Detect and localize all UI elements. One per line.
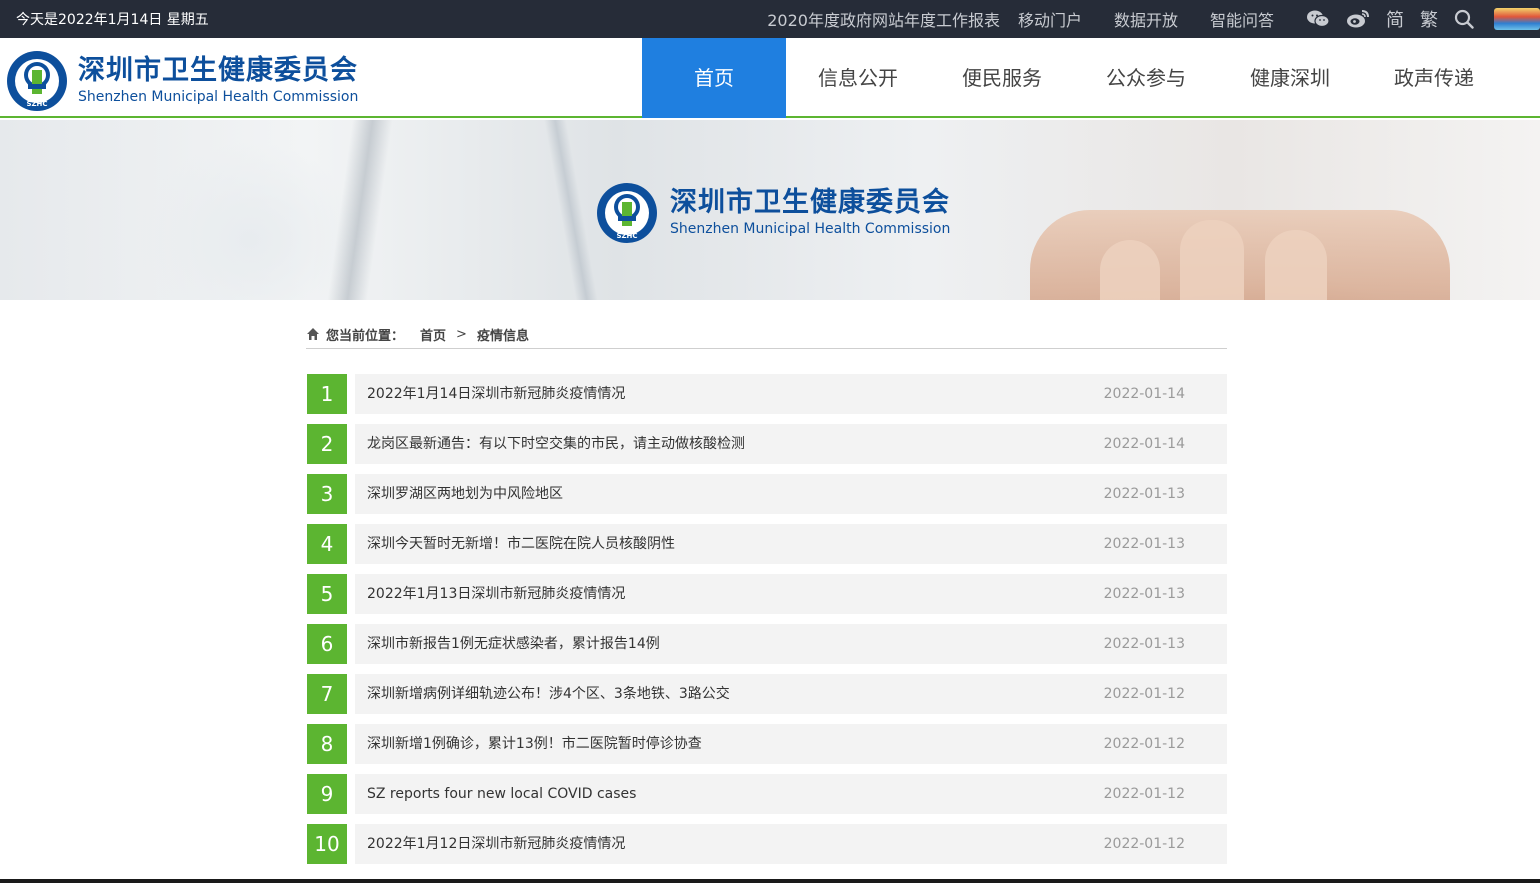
news-item-spacer xyxy=(347,824,355,864)
news-item-date: 2022-01-13 xyxy=(1103,636,1185,652)
nav-item-public-participation[interactable]: 公众参与 xyxy=(1074,38,1218,118)
news-item[interactable]: 8 深圳新增1例确诊，累计13例！市二医院暂时停诊协查 2022-01-12 xyxy=(307,724,1227,764)
banner-decoration xyxy=(1180,220,1244,300)
news-item-date: 2022-01-13 xyxy=(1103,536,1185,552)
news-item-title[interactable]: 深圳罗湖区两地划为中风险地区 xyxy=(367,474,563,514)
banner-logo-text: SZHC xyxy=(616,232,637,240)
nav-item-government-voice[interactable]: 政声传递 xyxy=(1362,38,1506,118)
news-item-number: 7 xyxy=(307,674,347,714)
nav-item-home[interactable]: 首页 xyxy=(642,38,786,118)
news-item[interactable]: 3 深圳罗湖区两地划为中风险地区 2022-01-13 xyxy=(307,474,1227,514)
current-date: 今天是2022年1月14日 星期五 xyxy=(16,12,209,28)
breadcrumb-separator: > xyxy=(456,326,467,342)
news-item[interactable]: 4 深圳今天暂时无新增！市二医院在院人员核酸阴性 2022-01-13 xyxy=(307,524,1227,564)
banner-szhc-logo-icon: SZHC xyxy=(597,183,657,243)
news-item-spacer xyxy=(347,624,355,664)
news-item-title[interactable]: 2022年1月13日深圳市新冠肺炎疫情情况 xyxy=(367,574,625,614)
news-item[interactable]: 1 2022年1月14日深圳市新冠肺炎疫情情况 2022-01-14 xyxy=(307,374,1227,414)
news-item-number: 1 xyxy=(307,374,347,414)
banner-name-en: Shenzhen Municipal Health Commission xyxy=(670,221,951,237)
banner-name-cn: 深圳市卫生健康委员会 xyxy=(670,187,950,218)
news-list: 1 2022年1月14日深圳市新冠肺炎疫情情况 2022-01-14 2 龙岗区… xyxy=(307,374,1227,874)
window-bottom-edge xyxy=(0,879,1540,883)
main-nav: 首页 信息公开 便民服务 公众参与 健康深圳 政声传递 xyxy=(642,38,1506,118)
news-item-spacer xyxy=(347,474,355,514)
news-item-date: 2022-01-14 xyxy=(1103,386,1185,402)
annual-report-link[interactable]: 2020年度政府网站年度工作报表 xyxy=(767,7,1000,31)
banner-decoration xyxy=(1100,240,1160,300)
smart-qa-link[interactable]: 智能问答 xyxy=(1210,7,1274,31)
news-item[interactable]: 5 2022年1月13日深圳市新冠肺炎疫情情况 2022-01-13 xyxy=(307,574,1227,614)
banner-decoration xyxy=(327,120,393,300)
news-item-spacer xyxy=(347,524,355,564)
breadcrumb-label: 您当前位置： xyxy=(326,328,405,344)
wechat-icon[interactable] xyxy=(1306,9,1330,29)
breadcrumb-home-link[interactable]: 首页 xyxy=(420,325,446,344)
partner-logo-icon[interactable] xyxy=(1494,8,1540,30)
news-item-date: 2022-01-13 xyxy=(1103,586,1185,602)
news-item-number: 10 xyxy=(307,824,347,864)
news-item-date: 2022-01-12 xyxy=(1103,736,1185,752)
szhc-logo-icon: SZHC xyxy=(7,51,67,111)
brand-name-en: Shenzhen Municipal Health Commission xyxy=(78,89,359,105)
news-item-number: 9 xyxy=(307,774,347,814)
news-item-title[interactable]: 深圳新增病例详细轨迹公布！涉4个区、3条地铁、3路公交 xyxy=(367,674,730,714)
simplified-chinese-button[interactable]: 简 xyxy=(1386,6,1404,32)
news-item-spacer xyxy=(347,774,355,814)
site-brand[interactable]: SZHC 深圳市卫生健康委员会 Shenzhen Municipal Healt… xyxy=(6,50,358,112)
banner-brand: SZHC 深圳市卫生健康委员会 Shenzhen Municipal Healt… xyxy=(596,182,950,244)
banner-decoration xyxy=(544,120,598,300)
banner-decoration xyxy=(1265,230,1327,300)
news-item-number: 3 xyxy=(307,474,347,514)
banner: SZHC 深圳市卫生健康委员会 Shenzhen Municipal Healt… xyxy=(0,120,1540,300)
news-item-title[interactable]: 深圳新增1例确诊，累计13例！市二医院暂时停诊协查 xyxy=(367,724,702,764)
news-item[interactable]: 7 深圳新增病例详细轨迹公布！涉4个区、3条地铁、3路公交 2022-01-12 xyxy=(307,674,1227,714)
news-item-spacer xyxy=(347,424,355,464)
nav-item-public-services[interactable]: 便民服务 xyxy=(930,38,1074,118)
mobile-portal-link[interactable]: 移动门户 xyxy=(1018,7,1082,31)
open-data-link[interactable]: 数据开放 xyxy=(1114,7,1178,31)
news-item-number: 2 xyxy=(307,424,347,464)
traditional-chinese-button[interactable]: 繁 xyxy=(1420,6,1438,32)
news-item-number: 6 xyxy=(307,624,347,664)
logo-text: SZHC xyxy=(26,100,47,108)
news-item-date: 2022-01-13 xyxy=(1103,486,1185,502)
top-bar: 今天是2022年1月14日 星期五 2020年度政府网站年度工作报表 移动门户 … xyxy=(0,0,1540,38)
nav-item-healthy-shenzhen[interactable]: 健康深圳 xyxy=(1218,38,1362,118)
weibo-icon[interactable] xyxy=(1346,9,1370,29)
news-item-number: 4 xyxy=(307,524,347,564)
news-item-spacer xyxy=(347,674,355,714)
news-item-title[interactable]: 2022年1月12日深圳市新冠肺炎疫情情况 xyxy=(367,824,625,864)
news-item-date: 2022-01-12 xyxy=(1103,686,1185,702)
news-item-date: 2022-01-14 xyxy=(1103,436,1185,452)
news-item[interactable]: 2 龙岗区最新通告：有以下时空交集的市民，请主动做核酸检测 2022-01-14 xyxy=(307,424,1227,464)
brand-name-cn: 深圳市卫生健康委员会 xyxy=(78,55,358,86)
news-item[interactable]: 10 2022年1月12日深圳市新冠肺炎疫情情况 2022-01-12 xyxy=(307,824,1227,864)
news-item-title[interactable]: SZ reports four new local COVID cases xyxy=(367,774,636,814)
nav-item-info-disclosure[interactable]: 信息公开 xyxy=(786,38,930,118)
news-item-spacer xyxy=(347,724,355,764)
news-item-title[interactable]: 深圳市新报告1例无症状感染者，累计报告14例 xyxy=(367,624,660,664)
news-item-spacer xyxy=(347,574,355,614)
news-item[interactable]: 6 深圳市新报告1例无症状感染者，累计报告14例 2022-01-13 xyxy=(307,624,1227,664)
news-item[interactable]: 9 SZ reports four new local COVID cases … xyxy=(307,774,1227,814)
news-item-date: 2022-01-12 xyxy=(1103,786,1185,802)
news-item-title[interactable]: 龙岗区最新通告：有以下时空交集的市民，请主动做核酸检测 xyxy=(367,424,745,464)
site-header: SZHC 深圳市卫生健康委员会 Shenzhen Municipal Healt… xyxy=(0,38,1540,118)
news-item-title[interactable]: 深圳今天暂时无新增！市二医院在院人员核酸阴性 xyxy=(367,524,675,564)
news-item-number: 5 xyxy=(307,574,347,614)
news-item-title[interactable]: 2022年1月14日深圳市新冠肺炎疫情情况 xyxy=(367,374,625,414)
news-item-spacer xyxy=(347,374,355,414)
search-icon[interactable] xyxy=(1454,9,1474,29)
breadcrumb: 您当前位置： 首页 > 疫情信息 xyxy=(306,320,1227,349)
top-links: 2020年度政府网站年度工作报表 移动门户 数据开放 智能问答 简 繁 xyxy=(767,0,1540,38)
breadcrumb-current-link[interactable]: 疫情信息 xyxy=(477,325,529,344)
news-item-date: 2022-01-12 xyxy=(1103,836,1185,852)
home-icon xyxy=(307,328,319,340)
news-item-number: 8 xyxy=(307,724,347,764)
